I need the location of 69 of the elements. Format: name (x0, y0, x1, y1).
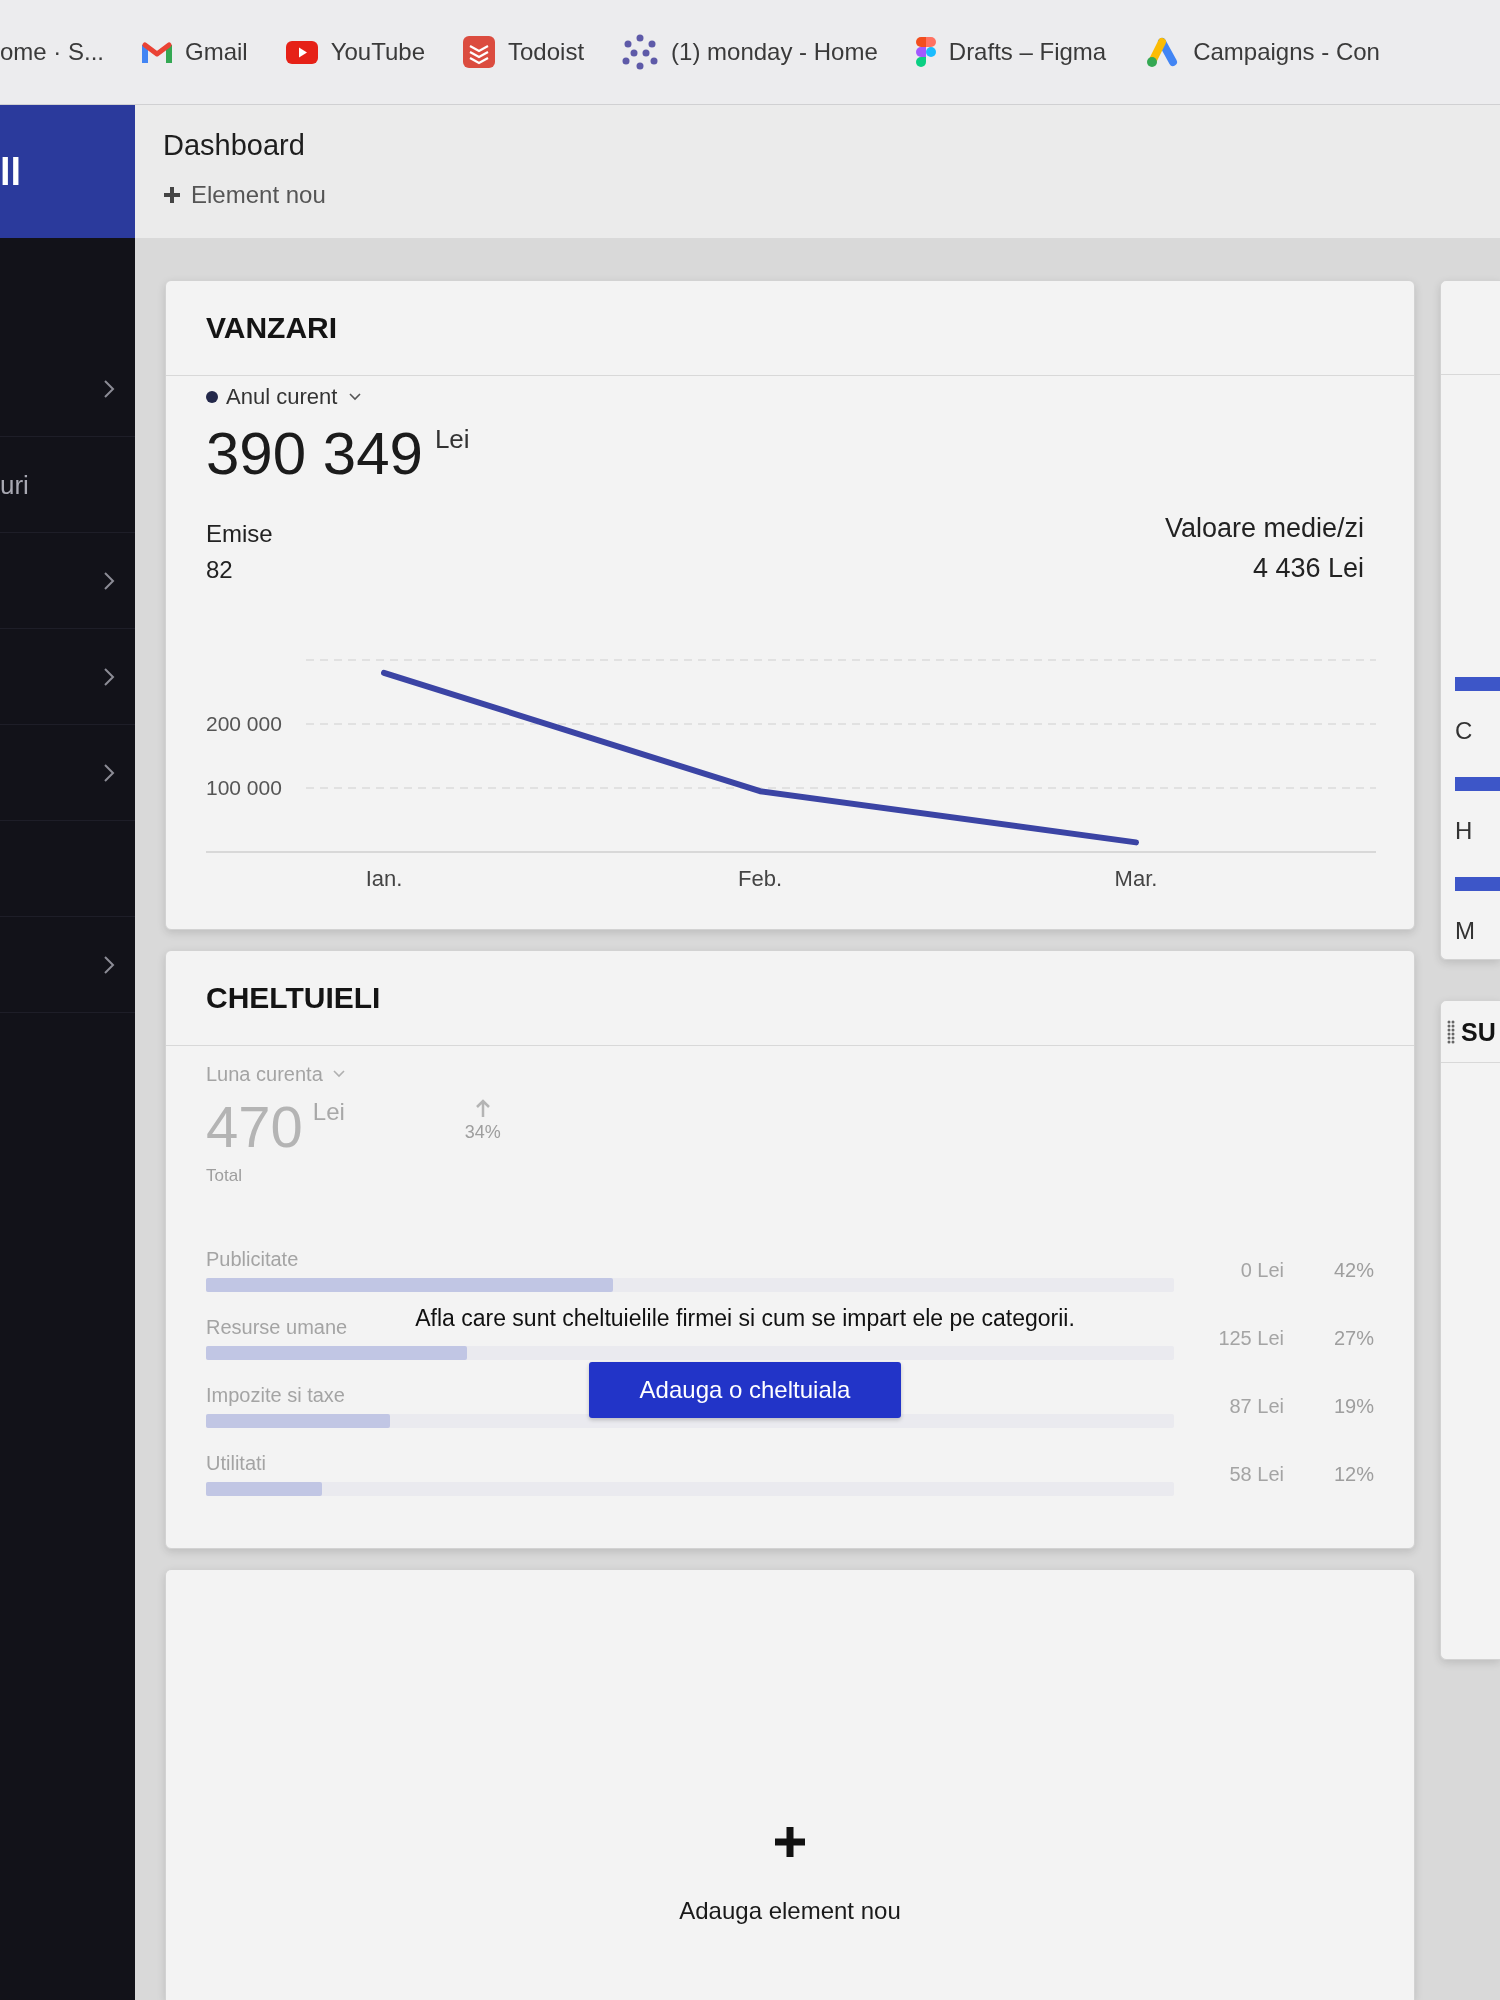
bookmark-link[interactable]: Gmail (142, 38, 248, 66)
add-element-button[interactable]: Element nou (163, 180, 326, 210)
stat-label: Valoare medie/zi (1164, 512, 1364, 544)
currency-label: Lei (434, 424, 470, 454)
logo-text[interactable]: ll (0, 149, 22, 194)
change-percent: 34% (464, 1122, 501, 1142)
total-label: Total (206, 1166, 242, 1186)
stat-value: 4 436 Lei (1252, 552, 1364, 584)
period-dropdown[interactable]: Anul curent (206, 384, 362, 410)
plus-icon (163, 186, 181, 204)
bookmark-link[interactable]: Campaigns - Con (1144, 36, 1380, 68)
add-element-card[interactable]: Adauga element nou (165, 1569, 1415, 2000)
stat-value: 82 (206, 556, 233, 584)
y-axis-label: 200 000 (206, 712, 282, 735)
bookmark-link[interactable]: YouTube (285, 38, 425, 66)
x-axis-label: Mar. (1114, 866, 1158, 891)
shapes-icon (915, 37, 936, 67)
chevron-right-icon[interactable] (103, 762, 115, 783)
category-percent: 42% (1333, 1259, 1374, 1281)
stack-icon (463, 36, 495, 68)
stat-label: Emise (206, 520, 273, 548)
bookmark-link[interactable]: ome · S... (0, 38, 105, 66)
marker-icon (1455, 877, 1500, 891)
bookmark-link[interactable]: (1) monday - Home (622, 34, 878, 70)
marker-icon (1455, 677, 1500, 691)
category-label: C (1455, 719, 1473, 743)
chevron-right-icon[interactable] (103, 666, 115, 687)
card-title: SU (1461, 1016, 1496, 1047)
play-icon (285, 40, 318, 64)
chevron-down-icon (349, 393, 362, 401)
category-amount: 0 Lei (1240, 1259, 1284, 1281)
category-label: Resurse umane (206, 1316, 348, 1338)
add-expense-button[interactable]: Adauga o cheltuiala (589, 1362, 901, 1418)
page-title: Dashboard (163, 128, 305, 162)
plus-icon (773, 1825, 807, 1859)
category-label: H (1455, 819, 1473, 843)
category-label: Utilitati (206, 1452, 266, 1474)
category-amount: 125 Lei (1218, 1327, 1284, 1349)
card-title: VANZARI (206, 310, 338, 346)
dots-icon (622, 34, 659, 70)
x-axis-label: Feb. (738, 866, 782, 891)
drag-handle-icon[interactable] (1447, 1019, 1455, 1044)
category-percent: 27% (1333, 1327, 1374, 1349)
category-label: Impozite si taxe (206, 1384, 345, 1406)
dot-icon (206, 391, 218, 403)
chevron-right-icon[interactable] (103, 954, 115, 975)
category-amount: 58 Lei (1229, 1463, 1284, 1485)
currency-label: Lei (312, 1098, 345, 1126)
sidebar-item[interactable]: uri (0, 469, 29, 500)
y-axis-label: 100 000 (206, 776, 282, 799)
chevron-right-icon[interactable] (103, 378, 115, 399)
chevron-right-icon[interactable] (103, 570, 115, 591)
bookmark-link[interactable]: Drafts – Figma (915, 37, 1107, 67)
x-axis-label: Ian. (365, 866, 403, 891)
expenses-total: 470 (206, 1098, 303, 1156)
category-amount: 87 Lei (1229, 1395, 1284, 1417)
add-element-label: Adauga element nou (679, 1897, 901, 1925)
marker-icon (1455, 777, 1500, 791)
chevron-down-icon (332, 1070, 345, 1078)
mail-icon (142, 41, 173, 63)
arrow-up-icon (474, 1098, 491, 1118)
category-label: M (1455, 919, 1475, 943)
bookmark-link[interactable]: Todoist (463, 36, 585, 68)
sales-total: 390 349 (206, 424, 423, 484)
empty-state-message: Afla care sunt cheltuielile firmei si cum se impart ele pe categorii. (415, 1304, 1075, 1332)
category-percent: 19% (1333, 1395, 1374, 1417)
card-title: CHELTUIELI (206, 980, 381, 1016)
category-percent: 12% (1333, 1463, 1374, 1485)
category-label: Publicitate (206, 1248, 299, 1270)
